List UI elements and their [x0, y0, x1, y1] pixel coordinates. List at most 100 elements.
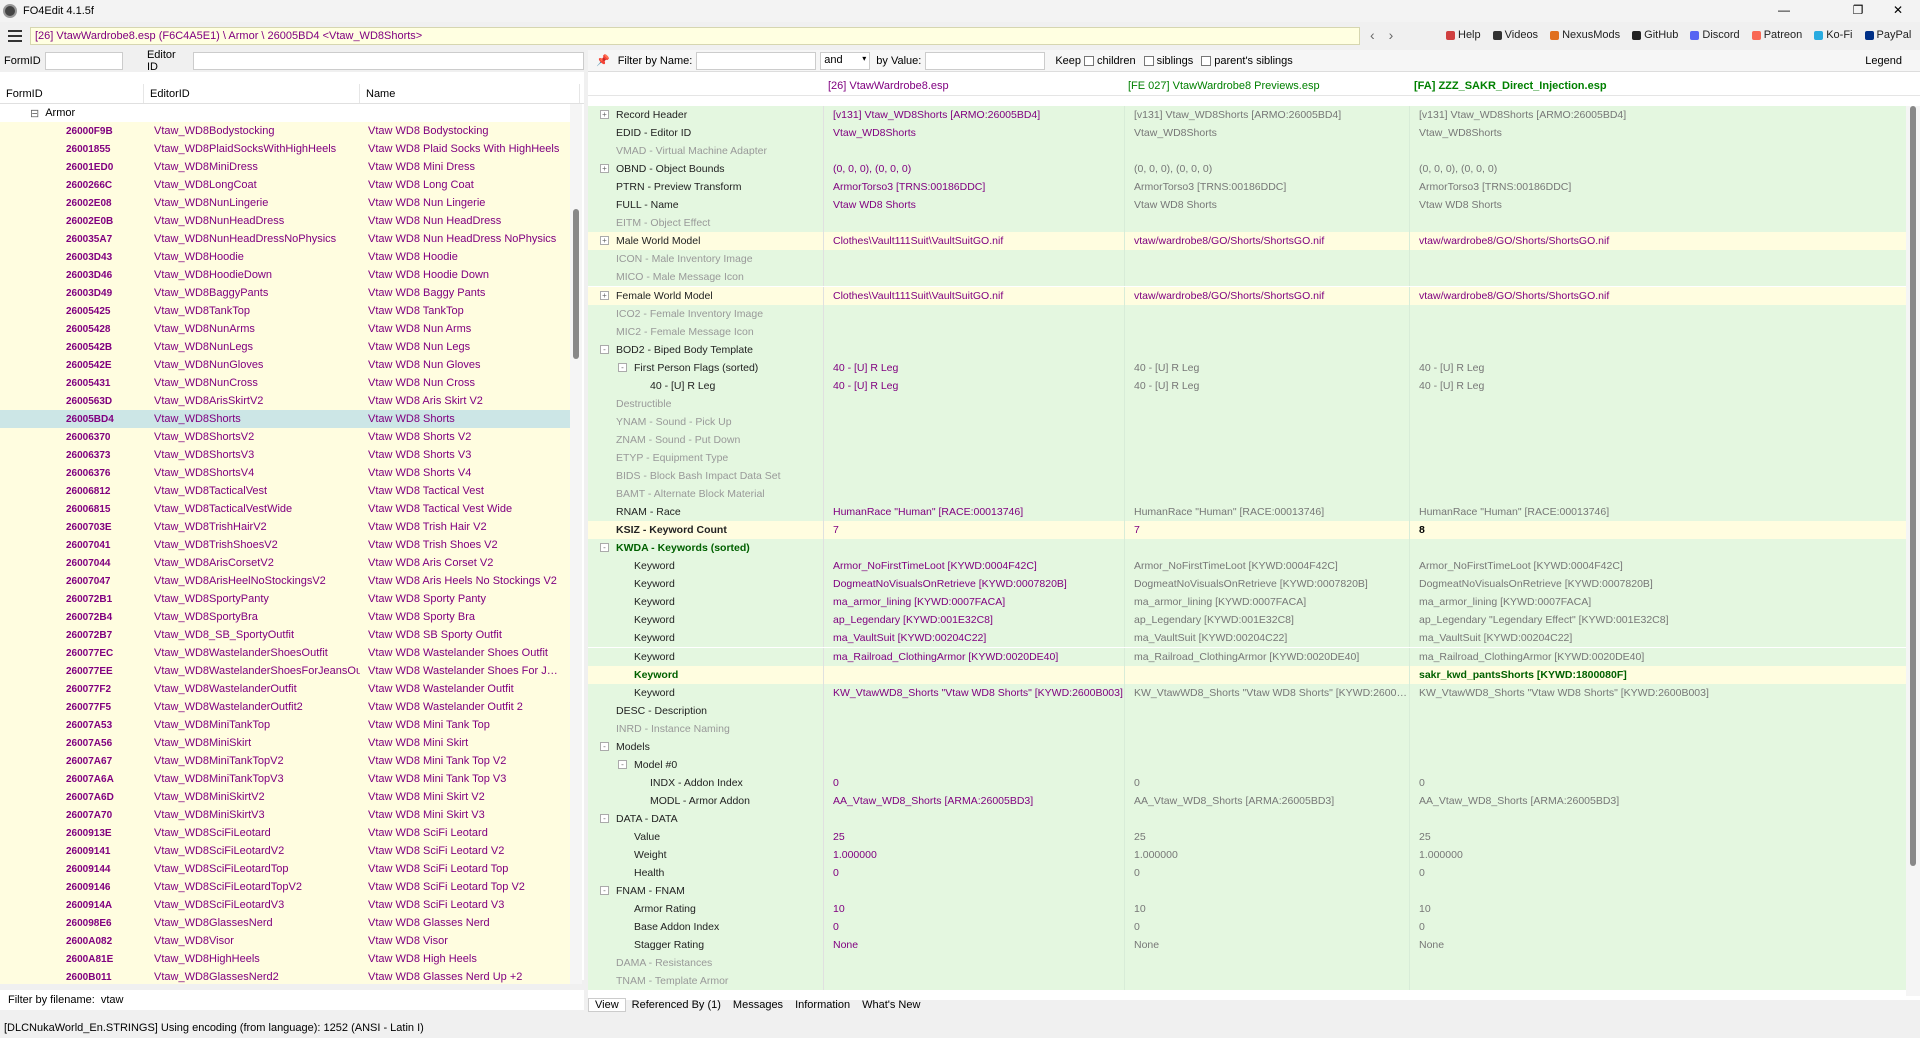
view-scrollbar[interactable]	[1906, 106, 1920, 996]
filter-name-input[interactable]	[696, 51, 817, 70]
field-row[interactable]: Weight 1.000000 1.000000 1.000000	[588, 846, 1906, 865]
tree-row[interactable]: 260077F2 Vtaw_WD8WastelanderOutfit Vtaw WD…	[0, 680, 570, 698]
editorid-filter-input[interactable]	[192, 52, 584, 70]
tree-row[interactable]: 26002E0B Vtaw_WD8NunHeadDress Vtaw WD8 Nun…	[0, 212, 570, 230]
collapse-icon[interactable]: -	[600, 543, 609, 553]
filter-value-input[interactable]	[925, 51, 1046, 70]
back-arrow-icon[interactable]: ‹	[1370, 27, 1375, 43]
tree-row[interactable]: 260077EE Vtaw_WD8WastelanderShoesForJeans…	[0, 662, 570, 680]
field-row[interactable]: ICO2 - Female Inventory Image	[588, 304, 1906, 323]
expand-icon[interactable]: +	[600, 290, 609, 300]
field-row[interactable]: Value 25 25 25	[588, 828, 1906, 846]
collapse-icon[interactable]: -	[618, 362, 627, 372]
tree-row[interactable]: 2600563D Vtaw_WD8ArisSkirtV2 Vtaw WD8 Aris…	[0, 392, 570, 410]
tab-information[interactable]: Information	[789, 999, 856, 1011]
tab-what-s-new[interactable]: What's New	[856, 999, 926, 1011]
link-nexusmods[interactable]: NexusMods	[1544, 29, 1626, 41]
field-row[interactable]: FNAM - FNAM -	[588, 882, 1906, 901]
field-row[interactable]: Keyword KW_VtawWD8_Shorts "Vtaw WD8 Short…	[588, 683, 1906, 702]
minimize-button[interactable]: —	[1764, 0, 1804, 22]
field-row[interactable]: RNAM - Race HumanRace "Human" [RACE:00013…	[588, 503, 1906, 522]
pin-icon[interactable]: 📌	[596, 54, 610, 67]
collapse-icon[interactable]: -	[600, 741, 609, 751]
collapse-icon[interactable]: -	[618, 759, 627, 769]
collapse-icon[interactable]: -	[600, 813, 609, 823]
forward-arrow-icon[interactable]: ›	[1389, 27, 1394, 43]
tree-row[interactable]: 26009146 Vtaw_WD8SciFiLeotardTopV2 Vtaw WD…	[0, 878, 570, 896]
field-row[interactable]: FULL - Name Vtaw WD8 Shorts Vtaw WD8 Short…	[588, 196, 1906, 215]
parents-siblings-checkbox[interactable]	[1201, 55, 1212, 66]
tree-row[interactable]: 260035A7 Vtaw_WD8NunHeadDressNoPhysics Vta…	[0, 230, 570, 248]
tree-row[interactable]: 2600542E Vtaw_WD8NunGloves Vtaw WD8 Nun Gl…	[0, 356, 570, 374]
tree-row[interactable]: 26007A6D Vtaw_WD8MiniSkirtV2 Vtaw WD8 Mini…	[0, 788, 570, 806]
link-paypal[interactable]: PayPal	[1859, 29, 1918, 41]
tree-row[interactable]: 26003D46 Vtaw_WD8HoodieDown Vtaw WD8 Hoodi…	[0, 266, 570, 284]
tree-row[interactable]: 26006812 Vtaw_WD8TacticalVest Vtaw WD8 Tac…	[0, 482, 570, 500]
tree-group-armor[interactable]: ⊟ Armor	[0, 104, 570, 122]
tree-row[interactable]: 2600266C Vtaw_WD8LongCoat Vtaw WD8 Long Co…	[0, 176, 570, 194]
tree-row[interactable]: 26005BD4 Vtaw_WD8Shorts Vtaw WD8 Shorts	[0, 410, 570, 428]
field-row[interactable]: Armor Rating 10 10 10	[588, 900, 1906, 919]
field-row[interactable]: DAMA - Resistances	[588, 954, 1906, 973]
field-row[interactable]: MODL - Armor Addon AA_Vtaw_WD8_Shorts [AR…	[588, 791, 1906, 810]
field-row[interactable]: Destructible	[588, 394, 1906, 413]
collapse-icon[interactable]: -	[600, 344, 609, 354]
expand-icon[interactable]: +	[600, 164, 609, 174]
field-row[interactable]: Base Addon Index 0 0 0	[588, 918, 1906, 937]
tree-row[interactable]: 26005431 Vtaw_WD8NunCross Vtaw WD8 Nun Cro…	[0, 374, 570, 392]
tab-messages[interactable]: Messages	[727, 999, 789, 1011]
field-row[interactable]: Keyword Armor_NoFirstTimeLoot [KYWD:0004F…	[588, 557, 1906, 576]
field-row[interactable]: Keyword ap_Legendary [KYWD:001E32C8] ap_Le…	[588, 611, 1906, 630]
field-row[interactable]: KWDA - Keywords (sorted) -	[588, 539, 1906, 558]
tree-row[interactable]: 26002E08 Vtaw_WD8NunLingerie Vtaw WD8 Nun …	[0, 194, 570, 212]
tree-row[interactable]: 26000F9B Vtaw_WD8Bodystocking Vtaw WD8 Bod…	[0, 122, 570, 140]
field-row[interactable]: BOD2 - Biped Body Template -	[588, 340, 1906, 359]
filename-filter[interactable]: Filter by filename: vtaw	[0, 990, 584, 1010]
file-col-3[interactable]: [FA] ZZZ_SAKR_Direct_Injection.esp	[1414, 80, 1607, 92]
field-row[interactable]: ETYP - Equipment Type	[588, 448, 1906, 467]
link-videos[interactable]: Videos	[1487, 29, 1544, 41]
file-col-1[interactable]: [26] VtawWardrobe8.esp	[828, 80, 949, 92]
maximize-button[interactable]: ❐	[1838, 0, 1878, 22]
field-row[interactable]: Keyword ma_Railroad_ClothingArmor [KYWD:0…	[588, 647, 1906, 666]
tree-row[interactable]: 2600913E Vtaw_WD8SciFiLeotard Vtaw WD8 Sci…	[0, 824, 570, 842]
record-path[interactable]: [26] VtawWardrobe8.esp (F6C4A5E1) \ Armo…	[30, 27, 1360, 45]
field-row[interactable]: MIC2 - Female Message Icon	[588, 322, 1906, 341]
expand-icon[interactable]: +	[600, 236, 609, 246]
tree-row[interactable]: 26007A6A Vtaw_WD8MiniTankTopV3 Vtaw WD8 Mi…	[0, 770, 570, 788]
col-name[interactable]: Name	[360, 84, 580, 103]
hamburger-menu-icon[interactable]	[4, 25, 26, 47]
field-row[interactable]: ZNAM - Sound - Put Down	[588, 430, 1906, 449]
field-row[interactable]: YNAM - Sound - Pick Up	[588, 412, 1906, 431]
tree-row[interactable]: 26003D43 Vtaw_WD8Hoodie Vtaw WD8 Hoodie	[0, 248, 570, 266]
col-formid[interactable]: FormID	[0, 84, 144, 103]
field-row[interactable]: VMAD - Virtual Machine Adapter	[588, 142, 1906, 161]
tree-row[interactable]: 2600A81E Vtaw_WD8HighHeels Vtaw WD8 High H…	[0, 950, 570, 968]
tree-row[interactable]: 26007A67 Vtaw_WD8MiniTankTopV2 Vtaw WD8 Mi…	[0, 752, 570, 770]
filename-filter-value[interactable]: vtaw	[101, 994, 124, 1006]
link-github[interactable]: GitHub	[1626, 29, 1684, 41]
col-editorid[interactable]: EditorID	[144, 84, 360, 103]
siblings-checkbox[interactable]	[1143, 55, 1154, 66]
tab-referenced-by-[interactable]: Referenced By (1)	[626, 999, 727, 1011]
field-row[interactable]: Models -	[588, 737, 1906, 756]
tree-row[interactable]: 260072B4 Vtaw_WD8SportyBra Vtaw WD8 Sporty…	[0, 608, 570, 626]
tree-row[interactable]: 26009144 Vtaw_WD8SciFiLeotardTop Vtaw WD8 …	[0, 860, 570, 878]
tree-row[interactable]: 260072B1 Vtaw_WD8SportyPanty Vtaw WD8 Spor…	[0, 590, 570, 608]
record-fields[interactable]: Record Header + [v131] Vtaw_WD8Shorts [ARM…	[588, 106, 1906, 996]
tree-row[interactable]: 26007A56 Vtaw_WD8MiniSkirt Vtaw WD8 Mini S…	[0, 734, 570, 752]
field-row[interactable]: EDID - Editor ID Vtaw_WD8Shorts Vtaw_WD8Sh…	[588, 124, 1906, 143]
record-tree[interactable]: ⊟ Armor 26000F9B Vtaw_WD8Bodystocking Vtaw …	[0, 104, 570, 984]
field-row[interactable]: 40 - [U] R Leg 40 - [U] R Leg 40 - [U] R L…	[588, 376, 1906, 395]
field-row[interactable]: MICO - Male Message Icon	[588, 268, 1906, 287]
tree-row[interactable]: 2600703E Vtaw_WD8TrishHairV2 Vtaw WD8 Tris…	[0, 518, 570, 536]
legend-button[interactable]: Legend	[1865, 55, 1902, 67]
field-row[interactable]: INDX - Addon Index 0 0 0	[588, 773, 1906, 792]
tree-row[interactable]: 260077F5 Vtaw_WD8WastelanderOutfit2 Vtaw W…	[0, 698, 570, 716]
file-col-2[interactable]: [FE 027] VtawWardrobe8 Previews.esp	[1128, 80, 1320, 92]
field-row[interactable]: Keyword ma_VaultSuit [KYWD:00204C22] ma_Va…	[588, 629, 1906, 648]
tree-row[interactable]: 26006370 Vtaw_WD8ShortsV2 Vtaw WD8 Shorts …	[0, 428, 570, 446]
tree-row[interactable]: 2600B011 Vtaw_WD8GlassesNerd2 Vtaw WD8 Gla…	[0, 968, 570, 984]
field-row[interactable]: DATA - DATA -	[588, 809, 1906, 828]
tree-row[interactable]: 26007041 Vtaw_WD8TrishShoesV2 Vtaw WD8 Tri…	[0, 536, 570, 554]
